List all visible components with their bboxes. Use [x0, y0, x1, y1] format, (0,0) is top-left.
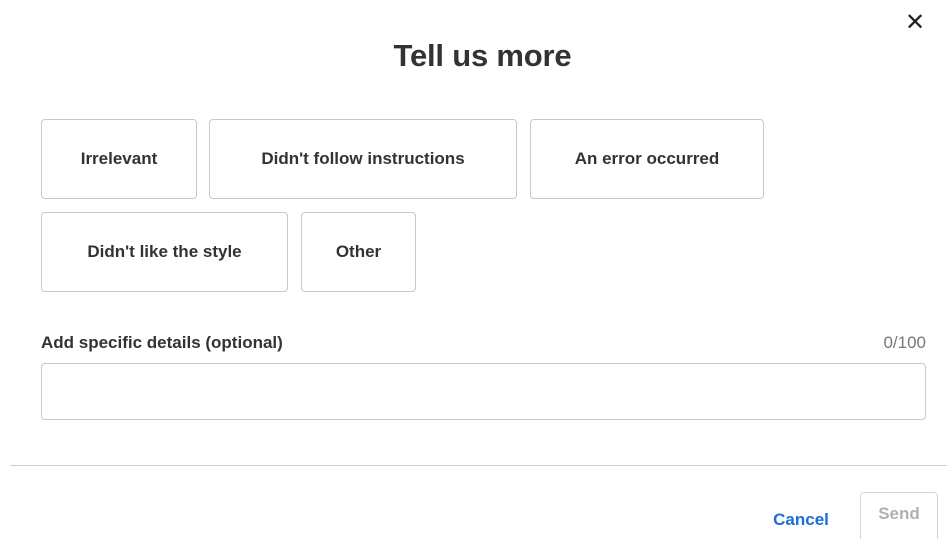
close-icon[interactable]: ✕	[900, 8, 930, 38]
character-counter: 0/100	[883, 333, 926, 352]
reason-chip-didnt-follow-instructions[interactable]: Didn't follow instructions	[209, 119, 517, 199]
footer-divider	[10, 465, 947, 466]
dialog-title: Tell us more	[393, 38, 572, 73]
reason-chip-didnt-like-style[interactable]: Didn't like the style	[41, 212, 288, 292]
reason-chip-error-occurred[interactable]: An error occurred	[530, 119, 764, 199]
reason-chip-irrelevant[interactable]: Irrelevant	[41, 119, 197, 199]
details-label: Add specific details (optional)	[41, 333, 283, 352]
reason-chip-other[interactable]: Other	[301, 212, 416, 292]
feedback-dialog: ✕ Tell us more Irrelevant Didn't follow …	[0, 0, 947, 539]
cancel-button[interactable]: Cancel	[758, 500, 844, 539]
send-button[interactable]: Send	[860, 492, 938, 539]
details-input[interactable]	[41, 363, 926, 420]
